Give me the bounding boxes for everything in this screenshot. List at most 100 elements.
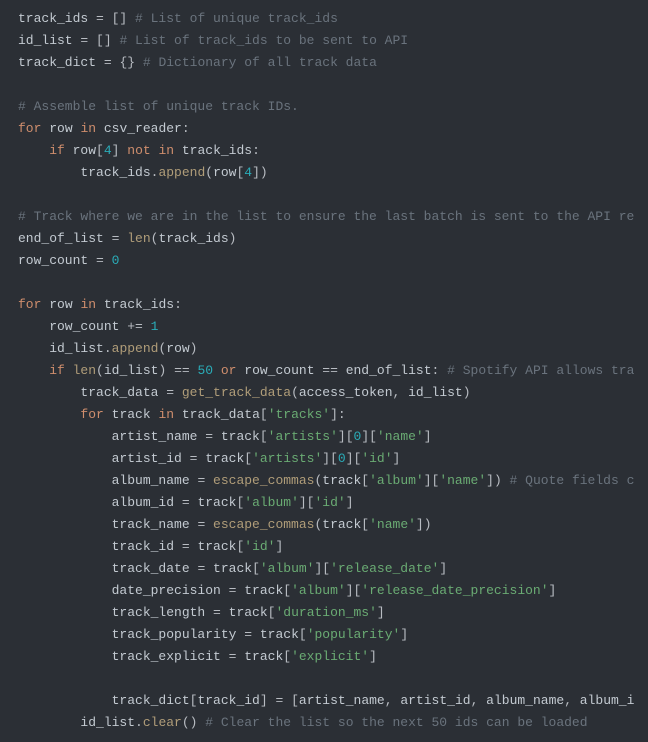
code-line[interactable]: for track in track_data['tracks']: bbox=[18, 404, 648, 426]
code-token-op: = bbox=[112, 231, 128, 246]
code-token-br: [] bbox=[96, 33, 119, 48]
code-token-id: album_id bbox=[18, 495, 182, 510]
code-token-str: 'popularity' bbox=[307, 627, 401, 642]
code-token-id bbox=[18, 187, 26, 202]
code-token-fn: len bbox=[127, 231, 150, 246]
code-token-id: track bbox=[197, 539, 236, 554]
code-token-op: = bbox=[229, 649, 245, 664]
code-line[interactable]: for row in csv_reader: bbox=[18, 118, 648, 140]
code-line[interactable] bbox=[18, 74, 648, 96]
code-token-str: 'explicit' bbox=[291, 649, 369, 664]
code-token-id: end_of_list bbox=[346, 363, 432, 378]
code-token-op: = bbox=[96, 11, 112, 26]
code-token-br: ][ bbox=[322, 451, 338, 466]
code-token-id bbox=[18, 143, 49, 158]
code-token-num: 4 bbox=[244, 165, 252, 180]
code-line[interactable]: row_count = 0 bbox=[18, 250, 648, 272]
code-line[interactable]: track_dict[track_id] = [artist_name, art… bbox=[18, 690, 648, 712]
code-line[interactable]: artist_id = track['artists'][0]['id'] bbox=[18, 448, 648, 470]
code-token-cm: # Assemble list of unique track IDs. bbox=[18, 99, 299, 114]
code-token-p: , bbox=[393, 385, 409, 400]
code-token-id: album_name bbox=[486, 693, 564, 708]
code-line[interactable]: if row[4] not in track_ids: bbox=[18, 140, 648, 162]
code-line[interactable]: track_ids = [] # List of unique track_id… bbox=[18, 8, 648, 30]
code-token-br: ][ bbox=[346, 451, 362, 466]
code-token-br: () bbox=[182, 715, 205, 730]
code-token-id: row bbox=[166, 341, 189, 356]
code-token-br: ] bbox=[369, 649, 377, 664]
code-line[interactable]: track_length = track['duration_ms'] bbox=[18, 602, 648, 624]
code-token-fn: append bbox=[158, 165, 205, 180]
code-token-id: track_ids bbox=[104, 297, 174, 312]
code-token-str: 'tracks' bbox=[268, 407, 330, 422]
code-token-id: row_count bbox=[18, 319, 127, 334]
code-token-id: track_dict bbox=[18, 693, 190, 708]
code-token-br: ][ bbox=[338, 429, 354, 444]
code-line[interactable]: track_dict = {} # Dictionary of all trac… bbox=[18, 52, 648, 74]
code-token-id: row_count bbox=[244, 363, 322, 378]
code-line[interactable]: track_id = track['id'] bbox=[18, 536, 648, 558]
code-line[interactable]: track_popularity = track['popularity'] bbox=[18, 624, 648, 646]
code-token-id: id_list bbox=[18, 341, 104, 356]
code-line[interactable]: # Track where we are in the list to ensu… bbox=[18, 206, 648, 228]
code-token-op: = bbox=[213, 605, 229, 620]
code-token-p: : bbox=[432, 363, 448, 378]
code-line[interactable]: track_ids.append(row[4]) bbox=[18, 162, 648, 184]
code-token-id: id_list bbox=[18, 33, 80, 48]
code-token-kw: not in bbox=[127, 143, 182, 158]
code-line[interactable]: track_name = escape_commas(track['name']… bbox=[18, 514, 648, 536]
code-line[interactable]: track_explicit = track['explicit'] bbox=[18, 646, 648, 668]
code-token-str: 'album' bbox=[369, 473, 424, 488]
code-line[interactable]: id_list.clear() # Clear the list so the … bbox=[18, 712, 648, 734]
code-token-br: [ bbox=[361, 517, 369, 532]
code-token-str: 'artists' bbox=[252, 451, 322, 466]
code-line[interactable]: # Assemble list of unique track IDs. bbox=[18, 96, 648, 118]
code-token-br: [ bbox=[361, 473, 369, 488]
code-line[interactable]: date_precision = track['album']['release… bbox=[18, 580, 648, 602]
code-token-op: += bbox=[127, 319, 150, 334]
code-token-id: track bbox=[197, 495, 236, 510]
code-line[interactable]: album_name = escape_commas(track['album'… bbox=[18, 470, 648, 492]
code-token-id: row bbox=[49, 297, 80, 312]
code-line[interactable] bbox=[18, 184, 648, 206]
code-token-br: ) bbox=[158, 363, 174, 378]
code-token-id: track_date bbox=[18, 561, 197, 576]
code-line[interactable]: id_list = [] # List of track_ids to be s… bbox=[18, 30, 648, 52]
code-token-br: [ bbox=[244, 451, 252, 466]
code-token-str: 'release_date_precision' bbox=[361, 583, 548, 598]
code-token-fn: escape_commas bbox=[213, 517, 314, 532]
code-line[interactable]: id_list.append(row) bbox=[18, 338, 648, 360]
code-token-str: 'id' bbox=[361, 451, 392, 466]
code-line[interactable]: end_of_list = len(track_ids) bbox=[18, 228, 648, 250]
code-line[interactable] bbox=[18, 272, 648, 294]
code-token-id bbox=[18, 77, 26, 92]
code-token-fn: append bbox=[112, 341, 159, 356]
code-token-id: row bbox=[213, 165, 236, 180]
code-token-br: ) bbox=[190, 341, 198, 356]
code-token-br: ) bbox=[463, 385, 471, 400]
code-token-op: = bbox=[104, 55, 120, 70]
code-line[interactable]: artist_name = track['artists'][0]['name'… bbox=[18, 426, 648, 448]
code-token-br: ][ bbox=[361, 429, 377, 444]
code-token-op: = bbox=[190, 451, 206, 466]
code-token-op: == bbox=[174, 363, 197, 378]
code-token-br: ] bbox=[549, 583, 557, 598]
code-token-op: == bbox=[322, 363, 345, 378]
code-token-id: track bbox=[213, 561, 252, 576]
code-token-op: = bbox=[166, 385, 182, 400]
code-line[interactable]: track_date = track['album']['release_dat… bbox=[18, 558, 648, 580]
code-line[interactable]: row_count += 1 bbox=[18, 316, 648, 338]
code-editor[interactable]: track_ids = [] # List of unique track_id… bbox=[18, 8, 648, 734]
code-token-cm: # Dictionary of all track data bbox=[143, 55, 377, 70]
code-token-p: . bbox=[104, 341, 112, 356]
code-token-fn: get_track_data bbox=[182, 385, 291, 400]
code-token-id bbox=[18, 275, 26, 290]
code-token-str: 'name' bbox=[377, 429, 424, 444]
code-line[interactable]: album_id = track['album']['id'] bbox=[18, 492, 648, 514]
code-token-br: {} bbox=[119, 55, 142, 70]
code-token-id: track bbox=[205, 451, 244, 466]
code-line[interactable]: if len(id_list) == 50 or row_count == en… bbox=[18, 360, 648, 382]
code-line[interactable]: track_data = get_track_data(access_token… bbox=[18, 382, 648, 404]
code-line[interactable] bbox=[18, 668, 648, 690]
code-line[interactable]: for row in track_ids: bbox=[18, 294, 648, 316]
